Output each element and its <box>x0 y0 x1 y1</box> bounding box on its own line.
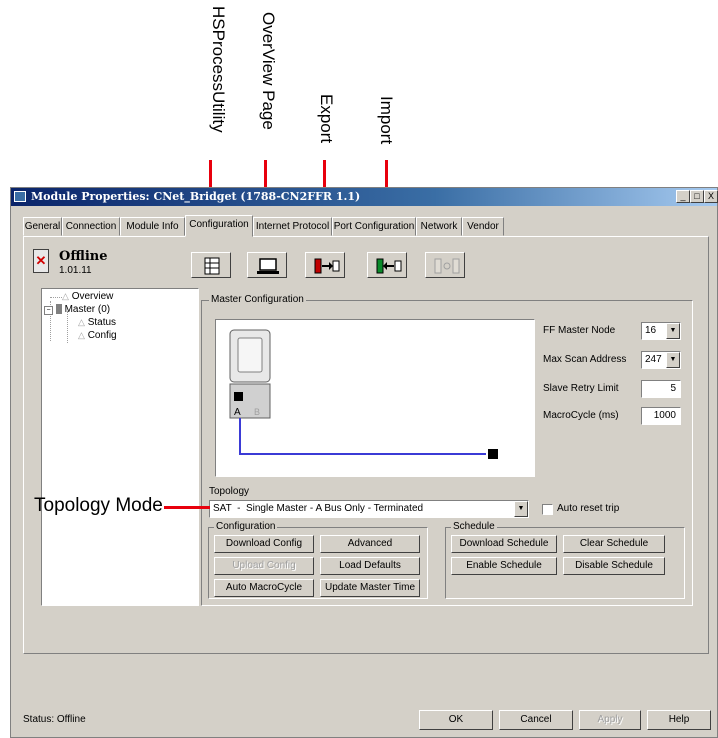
macrocycle-label: MacroCycle (ms) <box>543 410 619 421</box>
load-defaults-button[interactable]: Load Defaults <box>320 557 420 575</box>
warning-icon: △ <box>78 317 85 327</box>
tree-item-config[interactable]: △ Config <box>78 330 117 341</box>
module-icon <box>55 304 62 315</box>
tab-internet-protocol[interactable]: Internet Protocol <box>253 217 332 236</box>
macrocycle-input[interactable]: 1000 <box>641 407 681 425</box>
enable-schedule-button[interactable]: Enable Schedule <box>451 557 557 575</box>
chevron-down-icon[interactable]: ▼ <box>666 323 680 339</box>
tree-item-status[interactable]: △ Status <box>78 317 116 328</box>
title-bar: Module Properties: CNet_Bridget (1788-CN… <box>11 188 718 206</box>
window-title: Module Properties: CNet_Bridget (1788-CN… <box>31 190 361 203</box>
tab-port-configuration[interactable]: Port Configuration <box>332 217 416 236</box>
disabled-transfer-button[interactable] <box>425 252 465 278</box>
topology-label: Topology <box>209 486 250 497</box>
slave-retry-limit-input[interactable]: 5 <box>641 380 681 398</box>
warning-icon: △ <box>78 330 85 340</box>
tree-connector <box>50 297 62 298</box>
topology-diagram-svg: A B <box>229 329 498 459</box>
status-text: Status: Offline <box>23 714 86 725</box>
overview-page-button[interactable] <box>247 252 287 278</box>
callout-topology-mode: Topology Mode <box>34 495 163 516</box>
navigation-tree: △ Overview − Master (0) △ Status △ Confi… <box>41 288 199 606</box>
disable-schedule-button[interactable]: Disable Schedule <box>563 557 665 575</box>
close-button[interactable]: X <box>704 190 718 203</box>
tree-connector <box>67 311 68 343</box>
download-config-button[interactable]: Download Config <box>214 535 314 553</box>
callout-line-topology <box>164 506 210 509</box>
module-version: 1.01.11 <box>59 265 92 276</box>
tab-vendor[interactable]: Vendor <box>462 217 504 236</box>
configuration-subgroup-label: Configuration <box>214 521 278 532</box>
window-icon <box>14 191 26 202</box>
apply-button[interactable]: Apply <box>579 710 641 730</box>
tab-network[interactable]: Network <box>416 217 462 236</box>
import-button[interactable] <box>367 252 407 278</box>
callout-hsprocessutility: HSProcessUtility <box>209 6 228 133</box>
topology-diagram: A B <box>215 319 535 477</box>
max-scan-address-select[interactable]: 247 ▼ <box>641 351 681 369</box>
auto-reset-trip-label: Auto reset trip <box>557 503 620 514</box>
tab-configuration[interactable]: Configuration <box>185 215 253 237</box>
chevron-down-icon[interactable]: ▼ <box>666 352 680 368</box>
schedule-subgroup-label: Schedule <box>451 521 497 532</box>
callout-export: Export <box>317 94 336 144</box>
offline-status-icon <box>33 249 49 273</box>
hsprocessutility-icon <box>204 257 220 275</box>
master-configuration-label: Master Configuration <box>209 294 306 305</box>
update-master-time-button[interactable]: Update Master Time <box>320 579 420 597</box>
tab-general[interactable]: General <box>23 217 62 236</box>
port-a-label: A <box>234 407 241 418</box>
callout-import: Import <box>377 96 396 145</box>
max-scan-address-label: Max Scan Address <box>543 354 627 365</box>
upload-config-button[interactable]: Upload Config <box>214 557 314 575</box>
ok-button[interactable]: OK <box>419 710 493 730</box>
chevron-down-icon[interactable]: ▼ <box>514 501 528 517</box>
auto-macrocycle-button[interactable]: Auto MacroCycle <box>214 579 314 597</box>
import-icon <box>376 258 402 274</box>
callout-overview-page: OverView Page <box>259 12 278 130</box>
slave-retry-limit-label: Slave Retry Limit <box>543 383 619 394</box>
tab-connection[interactable]: Connection <box>62 217 120 236</box>
terminator-icon <box>234 392 243 401</box>
tab-module-info[interactable]: Module Info <box>120 217 185 236</box>
export-icon <box>314 258 340 274</box>
module-state-title: Offline <box>59 249 108 264</box>
tree-item-master[interactable]: − Master (0) <box>44 304 110 315</box>
cancel-button[interactable]: Cancel <box>499 710 573 730</box>
overview-page-icon <box>257 258 279 274</box>
export-button[interactable] <box>305 252 345 278</box>
port-b-label: B <box>254 407 260 417</box>
minimize-button[interactable]: _ <box>676 190 690 203</box>
clear-schedule-button[interactable]: Clear Schedule <box>563 535 665 553</box>
warning-icon: △ <box>62 291 69 301</box>
maximize-button[interactable]: □ <box>690 190 704 203</box>
terminator-icon <box>488 449 498 459</box>
help-button[interactable]: Help <box>647 710 711 730</box>
ff-master-node-label: FF Master Node <box>543 325 616 336</box>
advanced-button[interactable]: Advanced <box>320 535 420 553</box>
topology-select[interactable]: SAT - Single Master - A Bus Only - Termi… <box>209 500 529 518</box>
collapse-icon[interactable]: − <box>44 306 53 315</box>
download-schedule-button[interactable]: Download Schedule <box>451 535 557 553</box>
auto-reset-trip-checkbox[interactable] <box>542 504 553 515</box>
bus-a-line <box>239 418 486 455</box>
disabled-transfer-icon <box>434 258 460 274</box>
ff-master-node-select[interactable]: 16 ▼ <box>641 322 681 340</box>
module-properties-window: Module Properties: CNet_Bridget (1788-CN… <box>10 187 718 738</box>
hsprocessutility-button[interactable] <box>191 252 231 278</box>
tree-item-overview[interactable]: △ Overview <box>62 291 113 302</box>
